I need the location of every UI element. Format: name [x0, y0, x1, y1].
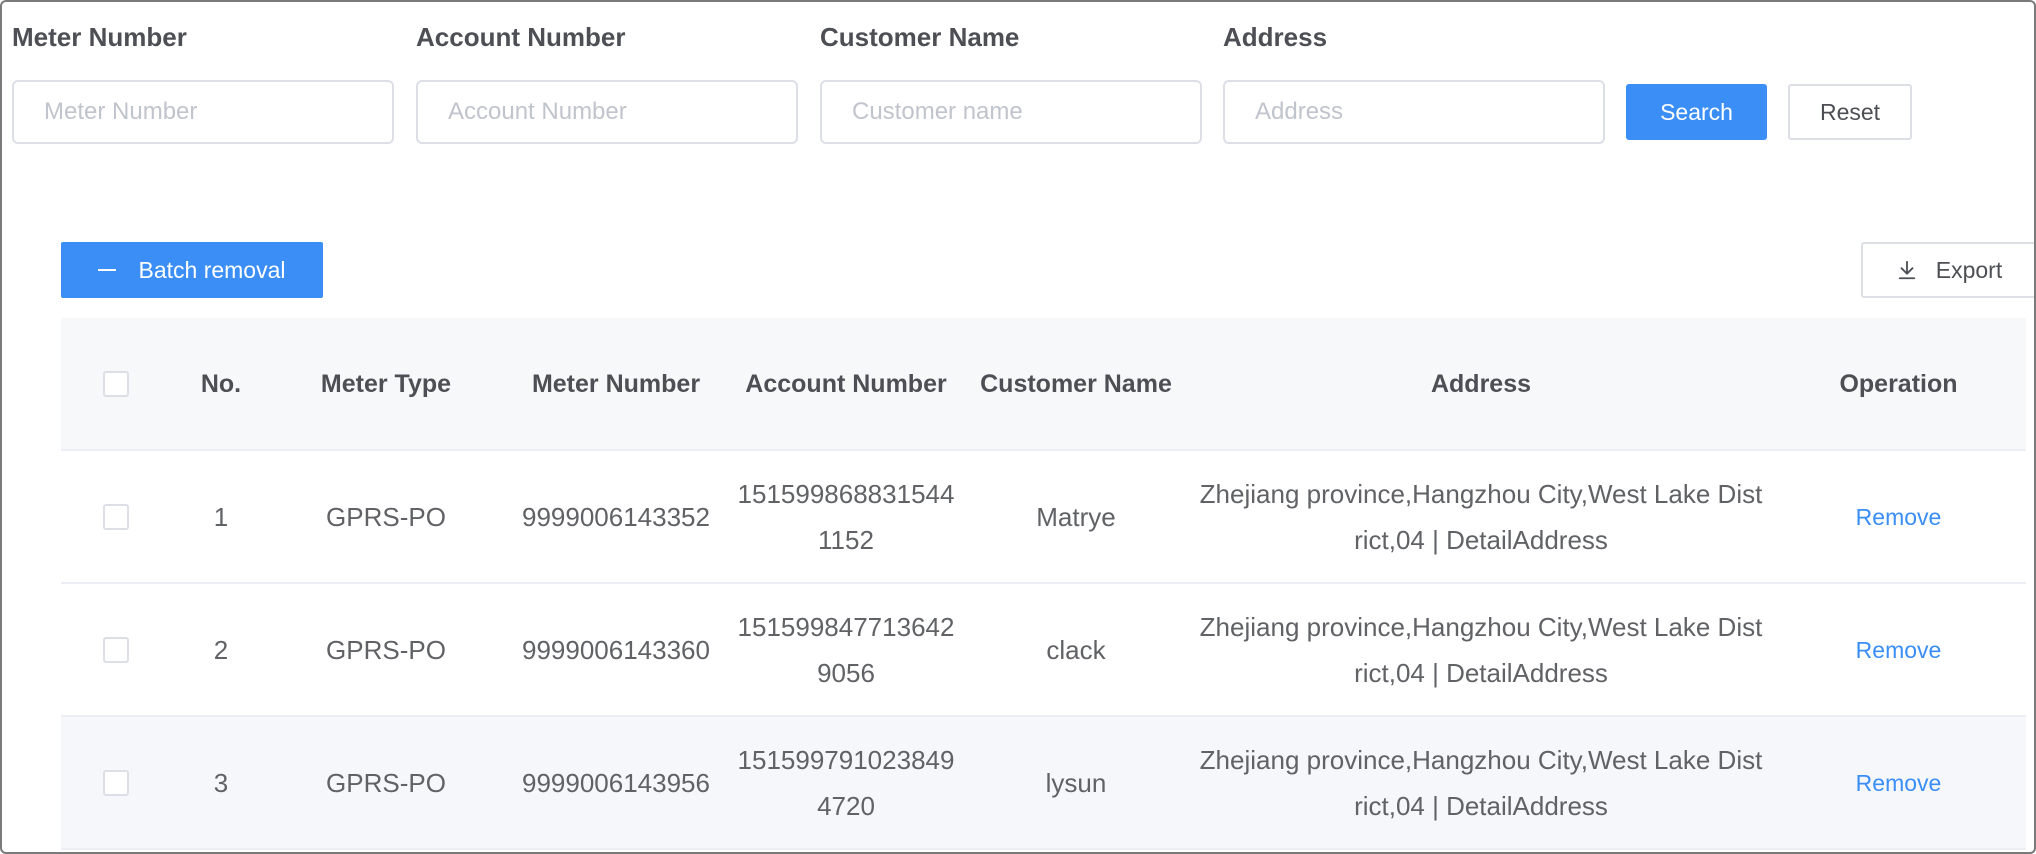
- cell-no: 3: [213, 767, 229, 798]
- download-icon: [1898, 260, 1915, 280]
- reset-button[interactable]: Reset: [1788, 84, 1912, 140]
- column-header-address: Address: [1430, 369, 1532, 398]
- export-label: Export: [1935, 256, 2003, 283]
- column-header-account-number: Account Number: [745, 369, 947, 398]
- cell-account-number: 1515998477136429056: [737, 611, 955, 688]
- cell-customer-name: Matrye: [1036, 501, 1116, 532]
- row-checkbox[interactable]: [103, 769, 129, 796]
- table-row: 1 GPRS-PO 9999006143352 1515998688315441…: [61, 451, 2026, 584]
- cell-account-number: 1515997910238494720: [737, 744, 955, 821]
- address-input[interactable]: [1223, 80, 1605, 144]
- table-row: 3 GPRS-PO 9999006143956 1515997910238494…: [61, 717, 2026, 850]
- select-all-checkbox[interactable]: [103, 370, 129, 397]
- cell-account-number: 1515998688315441152: [737, 478, 955, 555]
- column-header-customer-name: Customer Name: [980, 369, 1172, 398]
- row-checkbox-cell: [61, 636, 171, 663]
- row-checkbox-cell: [61, 503, 171, 530]
- table-row: 2 GPRS-PO 9999006143360 1515998477136429…: [61, 584, 2026, 717]
- filter-label-meter-number: Meter Number: [12, 22, 187, 52]
- column-header-operation: Operation: [1839, 369, 1958, 398]
- row-checkbox[interactable]: [103, 636, 129, 663]
- column-header-meter-number: Meter Number: [531, 369, 701, 398]
- filter-label-customer-name: Customer Name: [820, 22, 1020, 52]
- cell-address: Zhejiang province,Hangzhou City,West Lak…: [1199, 478, 1763, 555]
- row-checkbox-cell: [61, 769, 171, 796]
- minus-icon: [98, 269, 117, 271]
- filter-label-address: Address: [1223, 22, 1328, 52]
- row-checkbox[interactable]: [103, 503, 129, 530]
- cell-operation: Remove: [1771, 759, 2026, 806]
- cell-address: Zhejiang province,Hangzhou City,West Lak…: [1199, 744, 1763, 821]
- cell-customer-name: lysun: [1045, 767, 1107, 798]
- remove-link[interactable]: Remove: [1856, 770, 1942, 796]
- column-header-meter-type: Meter Type: [320, 369, 452, 398]
- cell-operation: Remove: [1771, 626, 2026, 673]
- cell-meter-number: 9999006143956: [522, 767, 710, 798]
- cell-meter-number: 9999006143352: [522, 501, 710, 532]
- cell-meter-type: GPRS-PO: [326, 634, 446, 665]
- export-button[interactable]: Export: [1861, 242, 2034, 298]
- remove-link[interactable]: Remove: [1856, 504, 1942, 530]
- cell-meter-type: GPRS-PO: [326, 767, 446, 798]
- cell-meter-type: GPRS-PO: [326, 501, 446, 532]
- batch-removal-label: Batch removal: [138, 256, 286, 283]
- header-checkbox-cell: [61, 370, 171, 397]
- cell-customer-name: clack: [1046, 634, 1106, 665]
- filter-label-account-number: Account Number: [416, 22, 626, 52]
- cell-operation: Remove: [1771, 493, 2026, 540]
- batch-removal-button[interactable]: Batch removal: [61, 242, 323, 298]
- cell-no: 1: [213, 501, 229, 532]
- customer-name-input[interactable]: [820, 80, 1202, 144]
- column-header-no: No.: [200, 369, 242, 398]
- remove-link[interactable]: Remove: [1856, 637, 1942, 663]
- meter-number-input[interactable]: [12, 80, 394, 144]
- meter-table: No. Meter Type Meter Number Account Numb…: [61, 318, 2026, 850]
- table-header-row: No. Meter Type Meter Number Account Numb…: [61, 318, 2026, 451]
- page-frame: Meter Number Account Number Customer Nam…: [0, 0, 2036, 854]
- search-button[interactable]: Search: [1626, 84, 1767, 140]
- cell-address: Zhejiang province,Hangzhou City,West Lak…: [1199, 611, 1763, 688]
- cell-no: 2: [213, 634, 229, 665]
- account-number-input[interactable]: [416, 80, 798, 144]
- cell-meter-number: 9999006143360: [522, 634, 710, 665]
